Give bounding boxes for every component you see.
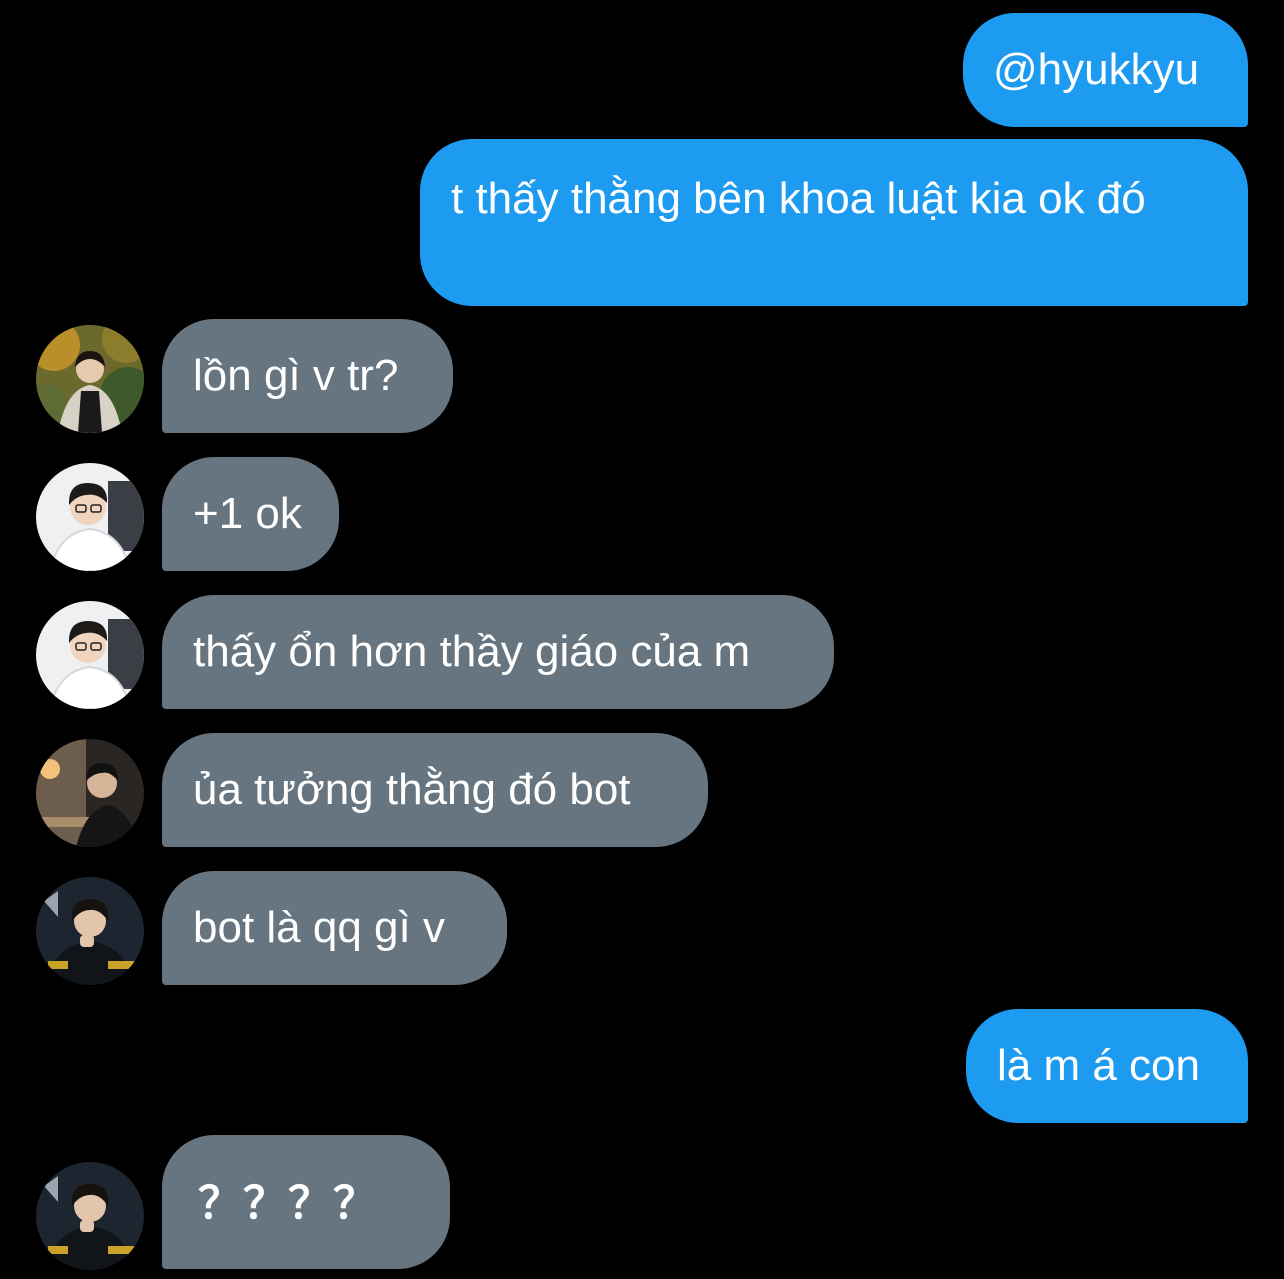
- message-text: là m á con: [997, 1041, 1200, 1090]
- message-bubble-received[interactable]: bot là qq gì v: [162, 871, 507, 985]
- message-bubble-received[interactable]: ？？？？: [162, 1135, 450, 1269]
- avatar-user-3[interactable]: [36, 739, 144, 847]
- message-bubble-sent[interactable]: t thấy thằng bên khoa luật kia ok đó: [420, 139, 1248, 306]
- message-text: ủa tưởng thằng đó bot: [193, 765, 631, 814]
- avatar-user-4[interactable]: [36, 1162, 144, 1270]
- message-bubble-received[interactable]: +1 ok: [162, 457, 339, 571]
- avatar-user-4[interactable]: [36, 877, 144, 985]
- message-text: ？？？？: [198, 1179, 378, 1228]
- message-bubble-received[interactable]: lồn gì v tr?: [162, 319, 453, 433]
- message-bubble-sent[interactable]: @hyukkyu: [963, 13, 1248, 127]
- message-text: @hyukkyu: [993, 45, 1200, 94]
- message-text: bot là qq gì v: [193, 903, 445, 952]
- avatar-user-2[interactable]: [36, 601, 144, 709]
- message-text: lồn gì v tr?: [193, 351, 399, 400]
- message-bubble-received[interactable]: thấy ổn hơn thầy giáo của m: [162, 595, 834, 709]
- avatar-user-2[interactable]: [36, 463, 144, 571]
- message-bubble-sent[interactable]: là m á con: [966, 1009, 1248, 1123]
- message-text: t thấy thằng bên khoa luật kia ok đó: [451, 174, 1146, 223]
- message-text: thấy ổn hơn thầy giáo của m: [193, 627, 751, 676]
- avatar-user-1[interactable]: [36, 325, 144, 433]
- message-text: +1 ok: [193, 489, 302, 538]
- message-bubble-received[interactable]: ủa tưởng thằng đó bot: [162, 733, 708, 847]
